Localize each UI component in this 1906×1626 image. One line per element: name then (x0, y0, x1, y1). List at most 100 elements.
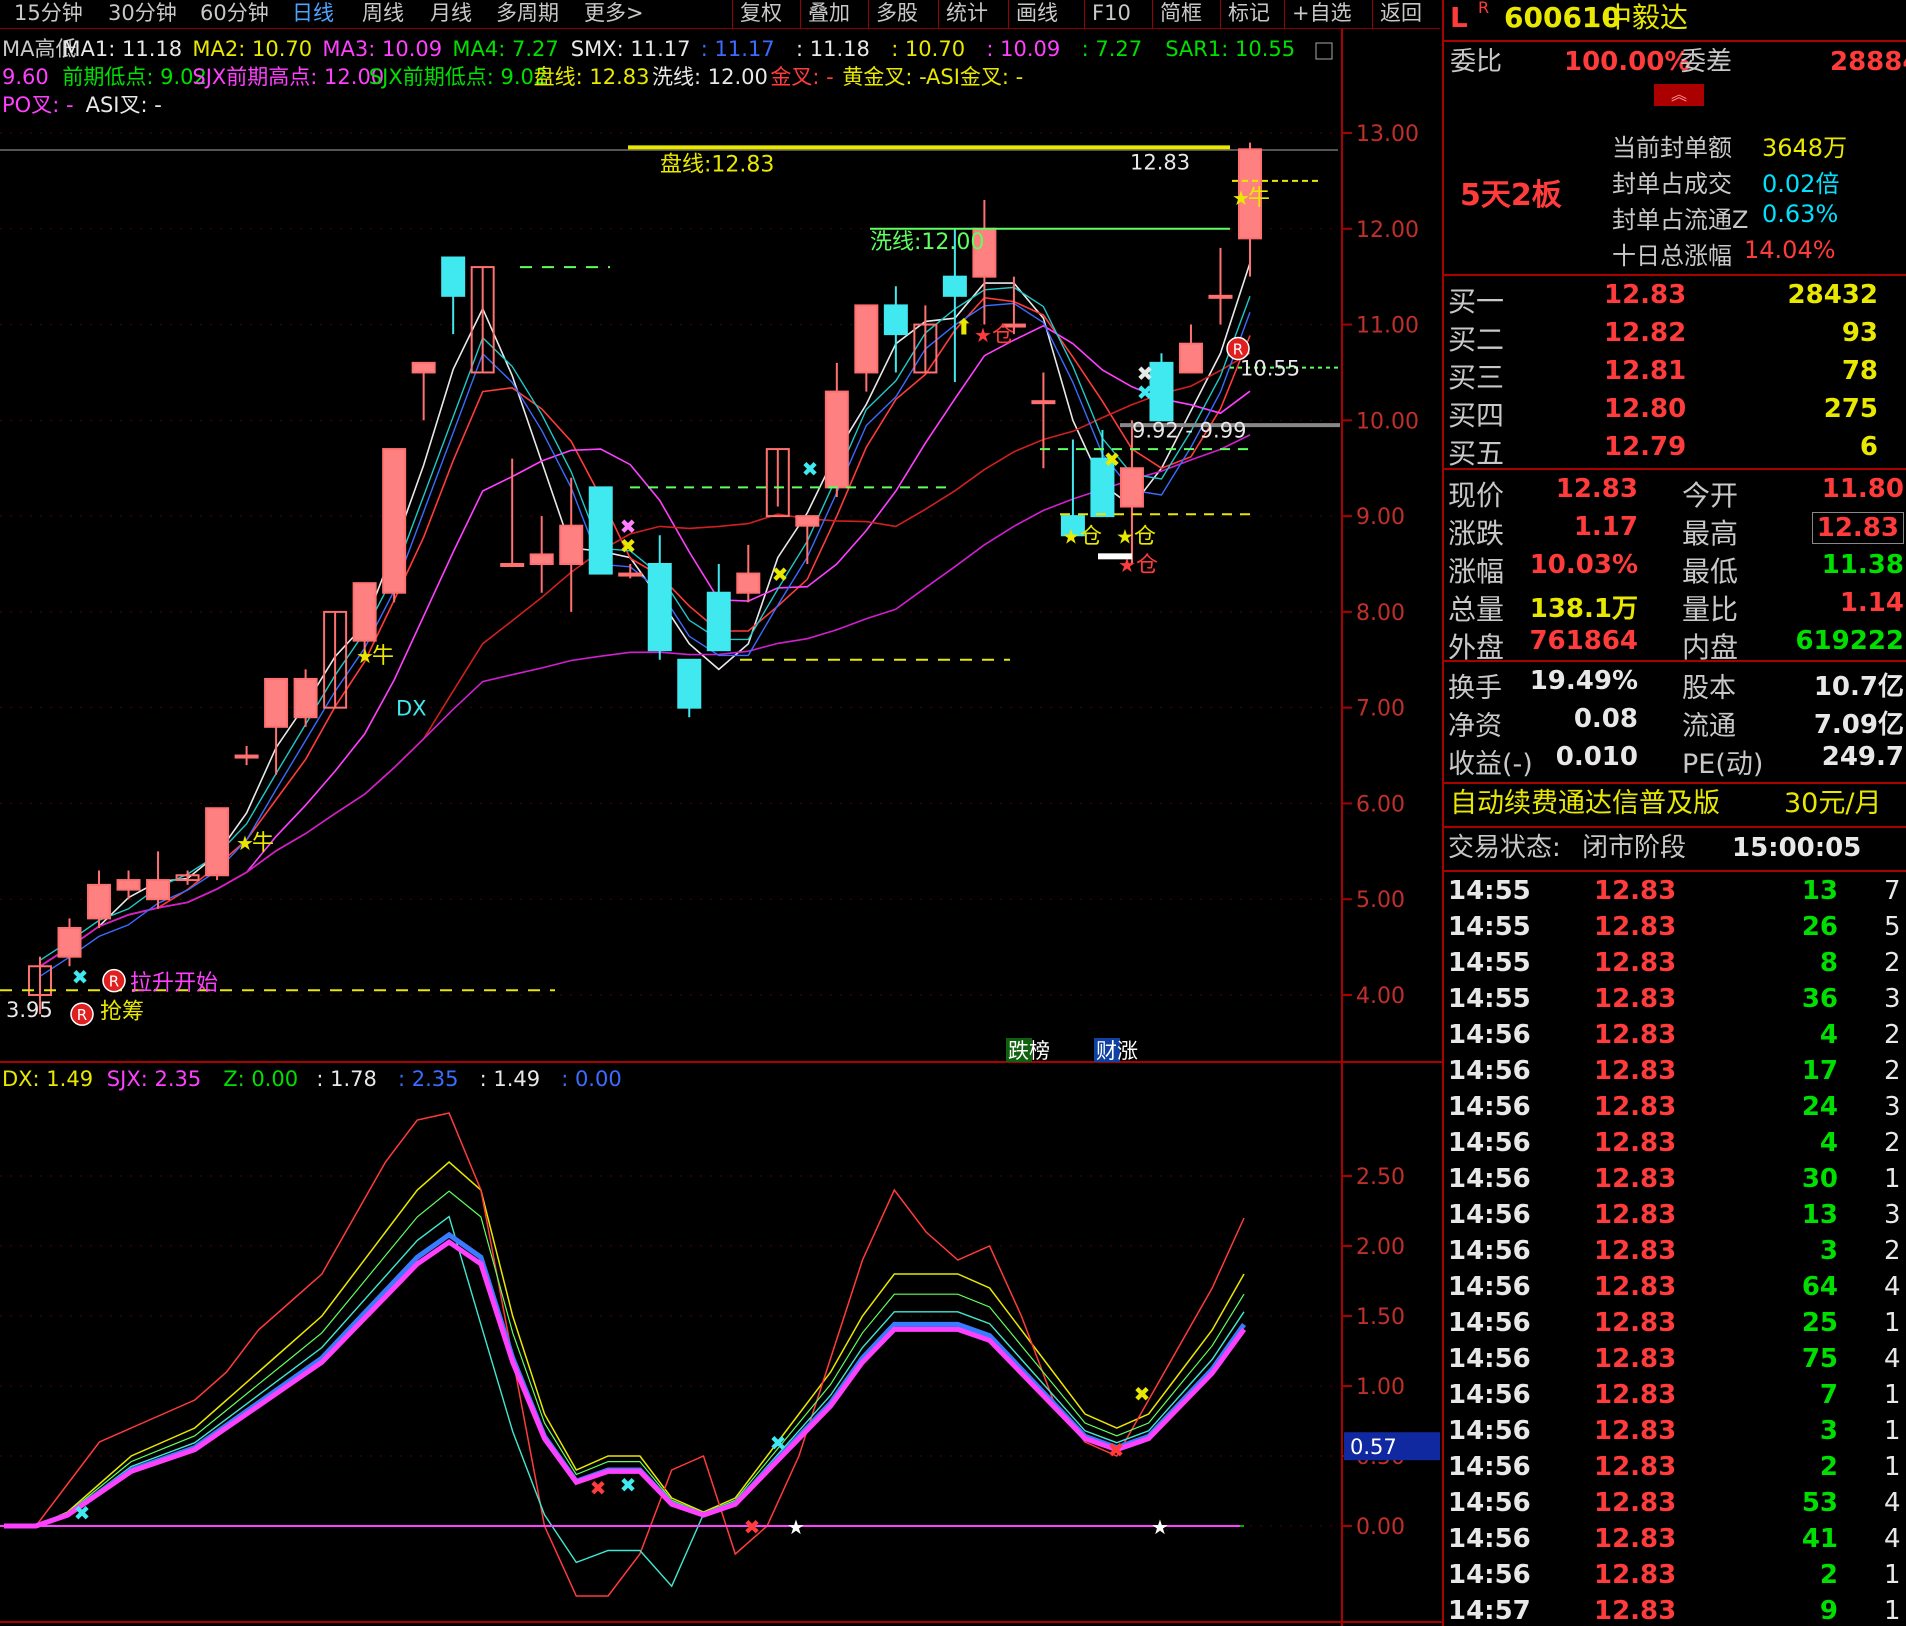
indicator-line2-6: 金叉: - (770, 65, 833, 89)
toolbar-button-2[interactable]: 多股 (876, 0, 918, 28)
sub-indicator-6: : 0.00 (561, 1067, 622, 1091)
cross-marker-icon-3: ✖ (620, 534, 637, 558)
fund-value-b-1: 7.09亿 (1813, 710, 1904, 740)
fund-label-a-1: 净资 (1448, 711, 1502, 742)
tick-vol-6: 24 (1801, 1092, 1838, 1122)
toolbar-button-7[interactable]: 标记 (1228, 0, 1270, 28)
toolbar-button-9[interactable]: 返回 (1380, 0, 1422, 28)
fund-value-a-0: 19.49% (1529, 666, 1638, 696)
bid-vol-0: 28432 (1787, 280, 1878, 310)
stock-prefix: L (1450, 1, 1468, 34)
sub-cross-icon-4: ✖ (744, 1515, 761, 1539)
rank-button-a: 跌榜 (1008, 1039, 1050, 1063)
tick-count-8: 1 (1884, 1164, 1901, 1194)
candle-body-19 (588, 486, 613, 575)
toolbar-button-5[interactable]: F10 (1092, 0, 1131, 28)
toolbar-button-8[interactable]: +自选 (1292, 0, 1352, 28)
tick-time-9: 14:56 (1448, 1200, 1531, 1230)
toolbar-button-0[interactable]: 复权 (740, 0, 782, 28)
quote-label-b-1: 最高 (1682, 517, 1739, 550)
weibi-row: 委比 100.00% 委差 28884 (1450, 47, 1906, 77)
indicator-line1-2: MA2: 10.70 (192, 37, 312, 61)
tick-time-18: 14:56 (1448, 1524, 1531, 1554)
tab-0[interactable]: 15分钟 (14, 0, 83, 28)
toolbar-button-3[interactable]: 统计 (946, 0, 988, 28)
tick-vol-3: 36 (1801, 984, 1838, 1014)
tick-price-9: 12.83 (1594, 1200, 1677, 1230)
tick-time-12: 14:56 (1448, 1308, 1531, 1338)
tick-count-16: 1 (1884, 1452, 1901, 1482)
tick-price-1: 12.83 (1594, 912, 1677, 942)
tick-count-17: 4 (1884, 1488, 1901, 1518)
tick-price-3: 12.83 (1594, 984, 1677, 1014)
tick-vol-15: 3 (1819, 1416, 1838, 1446)
tick-vol-2: 8 (1819, 948, 1838, 978)
candle-body-14 (441, 256, 466, 297)
tick-vol-8: 30 (1801, 1164, 1838, 1194)
niu-signal-label-1: 牛 (252, 831, 274, 856)
tab-2[interactable]: 60分钟 (200, 0, 269, 28)
indicator-line2-3: SJX前期低点: 9.02 (369, 65, 547, 89)
indicator-line3-1: ASI叉: - (86, 93, 162, 117)
collapse-chevron-icon[interactable]: ︽ (1654, 84, 1704, 106)
toolbar-button-4[interactable]: 画线 (1016, 0, 1058, 28)
sub-cross-icon-1: ✖ (620, 1473, 637, 1497)
seal-value-3: 14.04% (1744, 236, 1836, 264)
candle-body-4 (146, 879, 171, 901)
toolbar-button-6[interactable]: 简框 (1160, 0, 1202, 28)
tick-price-10: 12.83 (1594, 1236, 1677, 1266)
tick-count-6: 3 (1884, 1092, 1901, 1122)
candle-body-24 (736, 572, 761, 594)
fund-label-b-2: PE(动) (1682, 749, 1764, 780)
sub-indicator-5: : 1.49 (480, 1067, 541, 1091)
candle-body-31 (942, 275, 967, 297)
tick-vol-10: 3 (1819, 1236, 1838, 1266)
tab-3[interactable]: 日线 (292, 0, 334, 28)
quote-label-b-2: 最低 (1682, 555, 1739, 588)
tick-count-12: 1 (1884, 1308, 1901, 1338)
stock-header[interactable]: L R 600610 中毅达 (1444, 0, 1906, 36)
tick-price-7: 12.83 (1594, 1128, 1677, 1158)
candle-body-1 (57, 926, 82, 958)
ad-banner[interactable]: 自动续费通达信普及版 30元/月 (1444, 786, 1906, 822)
tab-5[interactable]: 月线 (430, 0, 472, 28)
cang-star-icon-0: ★ (1062, 524, 1080, 548)
tab-4[interactable]: 周线 (362, 0, 404, 28)
xixian-label: 洗线:12.00 (870, 230, 984, 255)
main-chart-area[interactable]: 13.00 12.00 11.00 10.00 9.00 8.00 7.00 6.00 5.00… (0, 0, 1442, 1626)
candle-body-29 (883, 304, 908, 336)
indicator-line2-5: 洗线: 12.00 (652, 65, 768, 89)
tick-price-5: 12.83 (1594, 1056, 1677, 1086)
toolbar-button-1[interactable]: 叠加 (808, 0, 850, 28)
quote-label-a-3: 总量 (1448, 593, 1505, 626)
sub-cross-icon-5: ✖ (1108, 1438, 1125, 1462)
niu-star-icon-2: ★ (1232, 186, 1250, 210)
tab-1[interactable]: 30分钟 (108, 0, 177, 28)
sub-star-icon-0: ★ (787, 1515, 805, 1539)
candle-body-13 (411, 361, 436, 374)
tick-vol-14: 7 (1819, 1380, 1838, 1410)
tick-vol-16: 2 (1819, 1452, 1838, 1482)
tab-7[interactable]: 更多> (584, 0, 644, 28)
candle-body-8 (264, 677, 289, 728)
candle-body-16 (500, 563, 525, 567)
tick-count-5: 2 (1884, 1056, 1901, 1086)
indicator-line2-1: 前期低点: 9.02 (62, 65, 207, 89)
tick-time-15: 14:56 (1448, 1416, 1531, 1446)
tab-6[interactable]: 多周期 (496, 0, 559, 28)
price-tick-9: 4.00 (1356, 984, 1405, 1009)
indicator-line2-7: 黄金叉: - (842, 65, 926, 89)
sub-cross-icon-3: ✖ (590, 1476, 607, 1500)
tick-count-0: 7 (1884, 876, 1901, 906)
tick-count-14: 1 (1884, 1380, 1901, 1410)
tick-count-20: 1 (1884, 1596, 1901, 1626)
r-marker-text-2: R (1233, 341, 1243, 359)
tick-vol-20: 9 (1819, 1596, 1838, 1626)
sub-indicator-3: : 1.78 (316, 1067, 377, 1091)
tick-price-11: 12.83 (1594, 1272, 1677, 1302)
bid-vol-4: 6 (1859, 432, 1878, 462)
price-tick-4: 9.00 (1356, 505, 1405, 530)
tick-time-13: 14:56 (1448, 1344, 1531, 1374)
start-signal-label: 拉升开始 (130, 971, 218, 996)
tick-count-3: 3 (1884, 984, 1901, 1014)
